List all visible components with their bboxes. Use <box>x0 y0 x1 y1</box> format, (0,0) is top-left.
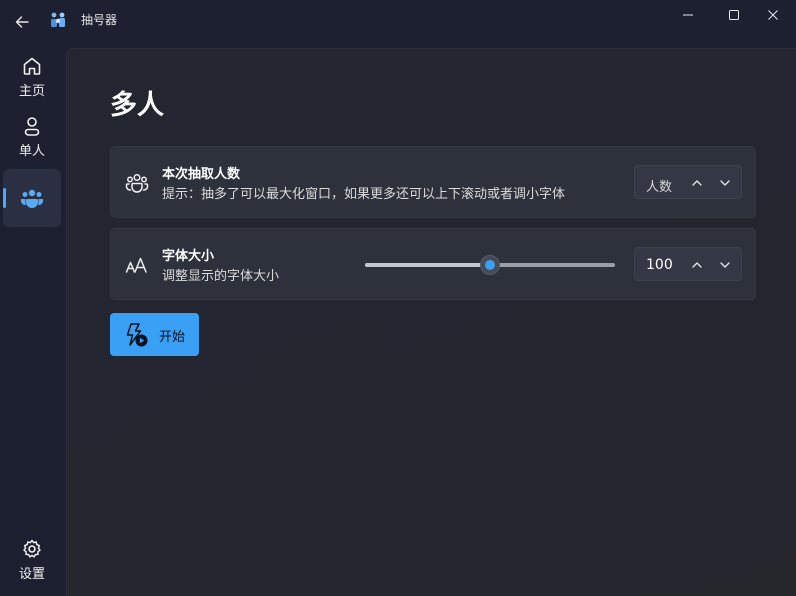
font-number-box[interactable]: 100 <box>634 247 742 281</box>
font-increment-button[interactable] <box>686 254 708 276</box>
home-icon <box>23 57 41 75</box>
chevron-up-icon <box>692 262 702 268</box>
minimize-icon <box>683 14 693 16</box>
count-decrement-button[interactable] <box>714 172 736 194</box>
font-size-icon <box>125 253 149 277</box>
start-button-label: 开始 <box>159 330 186 345</box>
sidebar-item-home[interactable]: 主页 <box>3 48 61 106</box>
main-content: 多人 本次抽取人数 提示：抽多了可以最大化窗口，如果更多还可以上下滚动或者调小字… <box>66 48 796 596</box>
sidebar-item-single[interactable]: 单人 <box>3 108 61 166</box>
sidebar-item-label: 设置 <box>18 567 45 582</box>
font-size-input[interactable]: 100 <box>646 257 673 273</box>
count-card: 本次抽取人数 提示：抽多了可以最大化窗口，如果更多还可以上下滚动或者调小字体 人… <box>110 146 756 218</box>
font-card-title: 字体大小 <box>162 249 215 264</box>
start-button[interactable]: 开始 <box>110 313 199 356</box>
maximize-icon <box>729 10 739 20</box>
count-increment-button[interactable] <box>686 172 708 194</box>
close-button[interactable] <box>750 0 796 30</box>
count-number-box[interactable]: 人数 <box>634 165 742 199</box>
app-logo-icon <box>48 10 68 30</box>
font-card-subtitle: 调整显示的字体大小 <box>162 269 280 284</box>
back-button[interactable] <box>8 8 36 36</box>
sidebar-item-multi[interactable] <box>3 169 61 227</box>
close-icon <box>768 10 778 20</box>
sidebar-item-settings[interactable]: 设置 <box>3 531 61 589</box>
count-card-title: 本次抽取人数 <box>162 167 241 182</box>
sidebar: 主页 单人 设置 <box>0 40 66 596</box>
selection-indicator <box>3 188 6 208</box>
count-card-subtitle: 提示：抽多了可以最大化窗口，如果更多还可以上下滚动或者调小字体 <box>162 187 566 202</box>
gear-icon <box>23 539 41 558</box>
slider-fill <box>365 263 490 267</box>
page-title: 多人 <box>110 90 164 121</box>
sidebar-item-label: 单人 <box>18 144 45 159</box>
font-size-card: 字体大小 调整显示的字体大小 100 <box>110 228 756 300</box>
font-size-slider[interactable] <box>365 255 615 275</box>
window-title: 抽号器 <box>81 13 118 27</box>
chevron-down-icon <box>720 262 730 268</box>
person-icon <box>24 117 40 136</box>
title-bar: 抽号器 <box>0 0 796 40</box>
people-icon <box>125 171 149 195</box>
slider-thumb[interactable] <box>480 255 500 275</box>
font-decrement-button[interactable] <box>714 254 736 276</box>
arrow-left-icon <box>15 16 29 28</box>
chevron-up-icon <box>692 180 702 186</box>
count-input[interactable]: 人数 <box>646 176 672 195</box>
chevron-down-icon <box>720 180 730 186</box>
people-group-icon <box>20 189 44 208</box>
sidebar-item-label: 主页 <box>18 84 45 99</box>
minimize-button[interactable] <box>665 0 711 30</box>
lightning-play-icon <box>126 323 148 347</box>
